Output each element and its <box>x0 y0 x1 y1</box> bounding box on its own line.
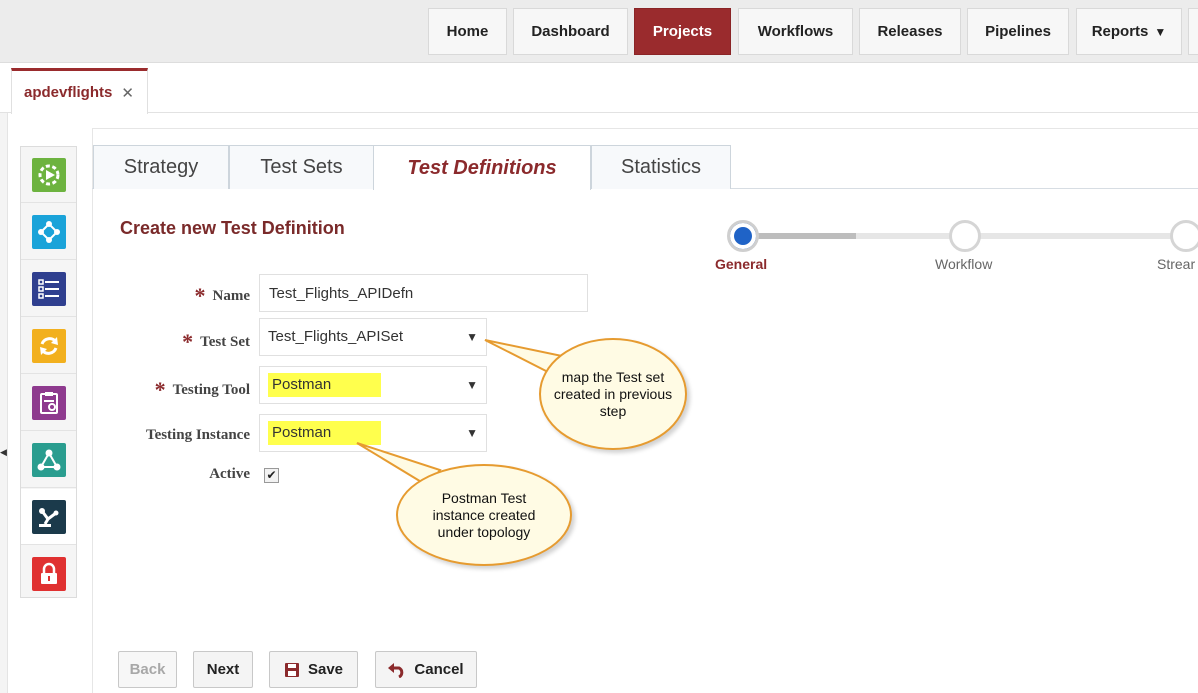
next-button[interactable]: Next <box>193 651 253 688</box>
wizard-stepper: General Workflow Strear <box>715 220 1198 280</box>
testset-callout: map the Test set created in previous ste… <box>539 338 687 450</box>
cancel-button-label: Cancel <box>414 661 464 678</box>
save-button-label: Save <box>307 661 344 678</box>
stepper-track <box>856 233 1198 239</box>
floppy-disk-icon <box>284 662 300 678</box>
step-stream-label: Strear <box>1157 256 1196 272</box>
undo-icon <box>388 662 406 678</box>
step-stream-marker[interactable] <box>1170 220 1198 252</box>
save-button[interactable]: Save <box>269 651 358 688</box>
back-button[interactable]: Back <box>118 651 177 688</box>
stepper-progress <box>755 233 856 239</box>
step-workflow-marker[interactable] <box>949 220 981 252</box>
instance-callout: Postman Test instance created under topo… <box>396 464 572 566</box>
step-workflow-label: Workflow <box>935 256 993 272</box>
step-general-marker[interactable] <box>727 220 759 252</box>
cancel-button[interactable]: Cancel <box>375 651 477 688</box>
step-general-label: General <box>715 256 768 272</box>
